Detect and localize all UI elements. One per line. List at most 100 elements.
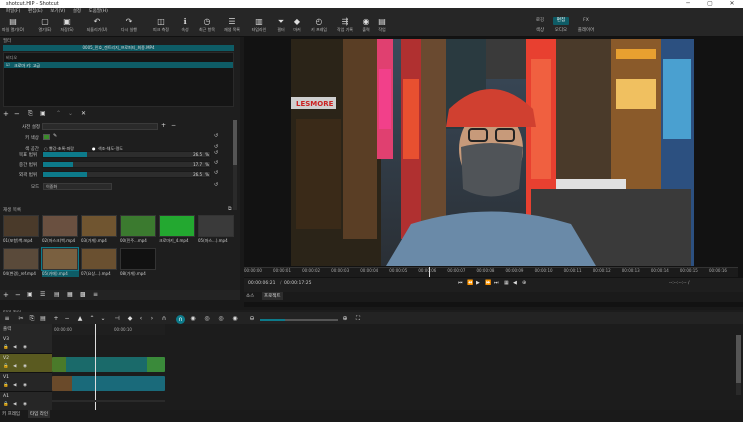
playlist-button[interactable]: ☰ 재생 목록 xyxy=(221,17,243,36)
fast-forward-icon[interactable]: ⏩ xyxy=(485,280,491,286)
playlist-tile-view-icon[interactable]: ▦ xyxy=(67,291,73,298)
eyedropper-icon[interactable]: ✎ xyxy=(53,133,57,139)
layout-player-tab[interactable]: 플레이어 xyxy=(573,27,599,35)
project-tab[interactable]: 프로젝트 xyxy=(262,292,283,300)
hide-icon[interactable]: ◉ xyxy=(23,345,27,350)
timeline-button[interactable]: ▥ 타임라인 xyxy=(248,17,270,36)
paste-icon[interactable]: ▤ xyxy=(39,315,47,323)
menu-help[interactable]: 도움말(H) xyxy=(89,8,108,16)
timeline-ruler[interactable]: 00:00:00 00:00:10 xyxy=(52,324,165,335)
move-up-button[interactable]: ⌃ xyxy=(56,110,61,117)
move-down-button[interactable]: ⌄ xyxy=(68,110,73,117)
filter-item-selected[interactable]: ☑ 크로마 키: 고급 xyxy=(4,62,233,68)
playlist-update-button[interactable]: ▣ xyxy=(27,291,33,298)
append-icon[interactable]: + xyxy=(52,315,60,323)
save-button[interactable]: ▣ 저장(S) xyxy=(56,17,78,36)
mute-icon[interactable]: ◀ xyxy=(13,383,16,388)
peak-meter-button[interactable]: ◫ 피크 측정 xyxy=(150,17,172,36)
track-header[interactable]: V3 🔒 ◀ ◉ xyxy=(0,335,52,354)
playlist-item[interactable]: 03(가게).mp4 xyxy=(81,215,118,247)
ripple-markers-icon[interactable]: ◉ xyxy=(231,315,239,323)
param-slider[interactable]: 26.5% xyxy=(42,151,211,158)
undo-button[interactable]: ↶ 되돌리기(U) xyxy=(86,17,108,36)
open-file-button[interactable]: ▤ 파일 열기(O) xyxy=(2,17,24,36)
copy-filter-button[interactable]: ⎘ xyxy=(28,110,33,118)
preset-dropdown[interactable] xyxy=(42,123,158,130)
playlist-item[interactable]: 00(민주...mp4 xyxy=(120,215,157,247)
track-header[interactable]: A1 🔒 ◀ ◉ xyxy=(0,392,52,411)
recent-button[interactable]: ◷ 최근 항목 xyxy=(196,17,218,36)
playlist-float-icon[interactable]: ⧉ xyxy=(228,206,232,212)
playlist-item[interactable]: 01(포항)백.mp4 xyxy=(3,215,40,247)
video-preview[interactable]: LESMORE xyxy=(291,39,694,266)
menu-edit[interactable]: 편집(E) xyxy=(28,8,43,16)
keyframes-button[interactable]: ◴ 키 프레임 xyxy=(308,17,330,36)
remove-filter-button[interactable]: − xyxy=(14,110,20,118)
preset-save-button[interactable]: + xyxy=(161,122,166,129)
playlist-item[interactable]: 02(마스크)백.mp4 xyxy=(42,215,79,247)
ripple-all-icon[interactable]: ◎ xyxy=(217,315,225,323)
hide-icon[interactable]: ◉ xyxy=(23,364,27,369)
maximize-button[interactable]: ▢ xyxy=(699,0,721,8)
playlist-add-button[interactable]: + xyxy=(3,291,9,299)
split-icon[interactable]: ⊣ xyxy=(113,315,121,323)
marker-icon[interactable]: ◆ xyxy=(126,315,134,323)
layout-audio-tab[interactable]: 오디오 xyxy=(553,27,569,35)
timeline-menu-icon[interactable]: ≡ xyxy=(3,315,11,323)
playlist-item[interactable]: 04(변경)_ref.mp4 xyxy=(3,248,40,280)
param-slider[interactable]: 17.7% xyxy=(42,161,211,168)
menu-settings[interactable]: 설정 xyxy=(73,8,81,16)
track-header[interactable]: V2 🔒 ◀ ◉ xyxy=(0,354,52,373)
timeline-playhead[interactable] xyxy=(95,324,96,419)
playlist-remove-button[interactable]: − xyxy=(15,291,21,299)
reset-param-icon[interactable]: ↺ xyxy=(214,160,218,166)
zoom-fit-icon[interactable]: ⛶ xyxy=(354,315,362,323)
mode-dropdown[interactable]: 이중화 xyxy=(43,183,112,190)
playlist-item[interactable]: 크로마키_4.mp4 xyxy=(159,215,196,247)
next-marker-icon[interactable]: › xyxy=(148,315,156,323)
lock-icon[interactable]: 🔒 xyxy=(3,345,9,350)
layout-color-tab[interactable]: 색상 xyxy=(528,27,552,35)
markers-button[interactable]: ◆ 마커 xyxy=(286,17,308,36)
playlist-detail-view-icon[interactable]: ▤ xyxy=(54,291,60,298)
playlist-item[interactable]: 07(요상...).mp4 xyxy=(81,248,118,280)
zoom-icon[interactable]: ⊕ xyxy=(522,280,526,286)
lock-icon[interactable]: 🔒 xyxy=(3,364,9,369)
hide-icon[interactable]: ◉ xyxy=(23,383,27,388)
playlist-item[interactable]: 05(카메).mp4 xyxy=(41,247,79,280)
lock-icon[interactable]: 🔒 xyxy=(3,383,9,388)
layout-logging-tab[interactable]: 로깅 xyxy=(528,17,552,25)
volume-icon[interactable]: ◀ xyxy=(513,280,517,286)
skip-previous-icon[interactable]: ⏮ xyxy=(458,280,463,286)
cut-icon[interactable]: ✂ xyxy=(17,315,25,323)
source-tab[interactable]: 소스 xyxy=(246,293,254,299)
deselect-filter-button[interactable]: ✕ xyxy=(81,110,86,117)
playlist-menu-icon[interactable]: ≡ xyxy=(93,291,98,298)
playlist-icon-view-icon[interactable]: ▩ xyxy=(80,291,86,298)
copy-icon[interactable]: ⎘ xyxy=(28,315,36,323)
reset-key-color-icon[interactable]: ↺ xyxy=(214,133,218,139)
layout-editing-tab[interactable]: 편집 xyxy=(553,17,569,25)
overwrite-icon[interactable]: ⌃ xyxy=(88,315,96,323)
zoom-out-icon[interactable]: ⊖ xyxy=(248,315,256,323)
playlist-item[interactable]: 05(마스...).mp4 xyxy=(198,215,235,247)
timeline-vscrollbar[interactable] xyxy=(736,335,741,395)
zoom-in-icon[interactable]: ⊕ xyxy=(341,315,349,323)
minimize-button[interactable]: ─ xyxy=(677,0,699,8)
current-timecode[interactable]: 00:00:06:21 xyxy=(248,281,275,286)
filters-scrollbar[interactable] xyxy=(233,120,237,210)
player-playhead[interactable] xyxy=(429,267,430,277)
keyframes-tab[interactable]: 키 프레임 xyxy=(2,411,20,417)
key-color-swatch[interactable] xyxy=(43,134,50,140)
paste-filter-button[interactable]: ▣ xyxy=(40,110,46,117)
jobs-button[interactable]: ▤ 작업 xyxy=(371,17,393,36)
hide-icon[interactable]: ◉ xyxy=(23,402,27,407)
clip-v1[interactable] xyxy=(52,376,165,391)
reset-param-icon[interactable]: ↺ xyxy=(214,170,218,176)
timeline-hscrollbar[interactable] xyxy=(52,400,165,402)
lock-icon[interactable]: 🔒 xyxy=(3,402,9,407)
mute-icon[interactable]: ◀ xyxy=(13,402,16,407)
menu-view[interactable]: 보기(V) xyxy=(50,8,65,16)
param-slider[interactable]: 26.5% xyxy=(42,171,211,178)
lift-icon[interactable]: ▲ xyxy=(76,315,84,323)
